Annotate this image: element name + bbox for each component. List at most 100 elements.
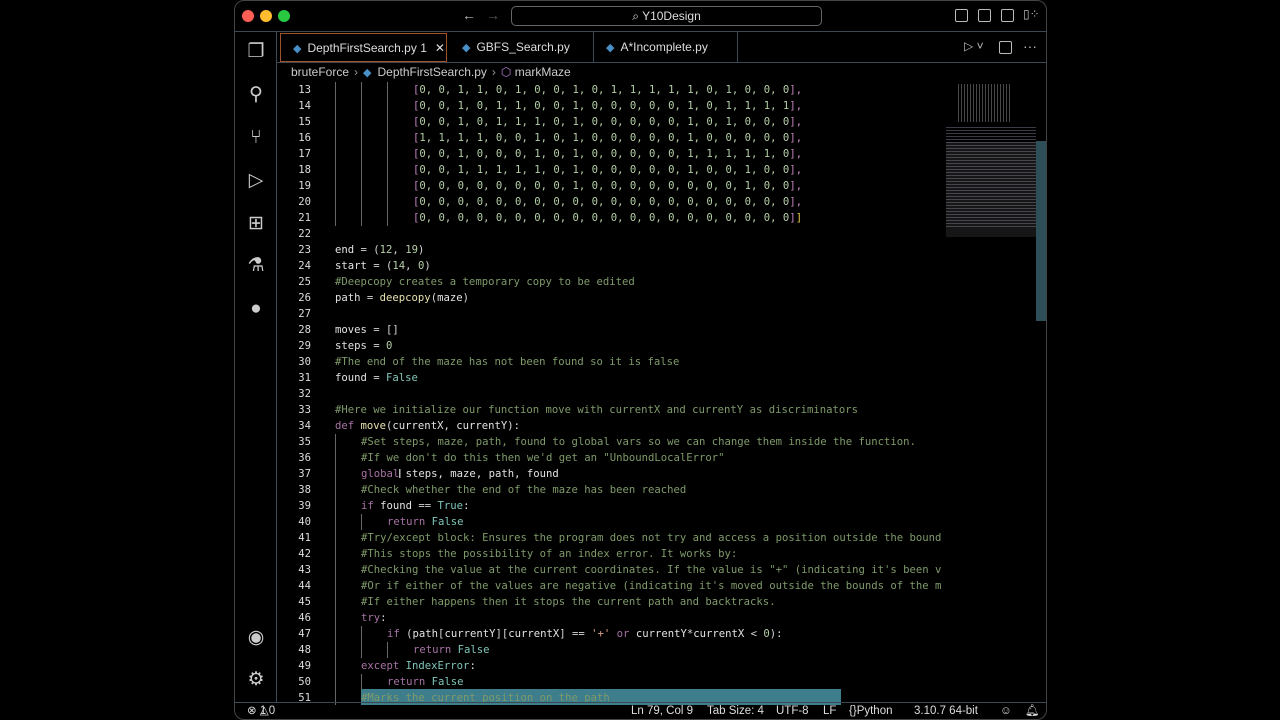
extensions-icon[interactable]: ⊞ — [244, 212, 268, 236]
code-token: False — [386, 372, 418, 384]
breadcrumb-symbol[interactable]: markMaze — [515, 65, 571, 79]
indent-guide — [335, 194, 336, 210]
line-number: 25 — [298, 276, 311, 288]
code-token: ], — [789, 116, 803, 128]
indent-guide — [335, 98, 336, 114]
line-number: 27 — [298, 308, 311, 320]
maximize-window-button[interactable] — [278, 10, 290, 22]
code-line: #Check whether the end of the maze has b… — [361, 482, 686, 498]
line-number: 45 — [298, 596, 311, 608]
code-line: global steps, maze, path, found — [361, 466, 559, 482]
notifications-bell-icon[interactable]: 🔔︎ — [1025, 703, 1040, 719]
indent-guide — [361, 194, 362, 210]
code-token: : — [380, 612, 387, 624]
feedback-icon[interactable]: ☺ — [1000, 703, 1012, 719]
indent-guide — [361, 114, 362, 130]
code-token: return — [413, 644, 458, 656]
python-interpreter[interactable]: 3.10.7 64-bit — [914, 703, 978, 719]
settings-gear-icon[interactable]: ⚙ — [244, 668, 268, 692]
run-file-icon[interactable]: ▷ ˅ — [964, 39, 984, 53]
toggle-secondary-sidebar-icon[interactable] — [1001, 9, 1014, 22]
code-token: 0, 0, 1, 0, 1, 1, 1, 0, 1, 0, 0, 0, 0, 0… — [419, 116, 790, 128]
code-line: #The end of the maze has not been found … — [335, 354, 679, 370]
toggle-sidebar-icon[interactable] — [955, 9, 968, 22]
code-line: start = (14, 0) — [335, 258, 431, 274]
close-tab-icon[interactable]: ✕ — [435, 41, 445, 55]
indent-guide — [335, 146, 336, 162]
indent-guide — [387, 114, 388, 130]
explorer-icon[interactable]: ❐ — [244, 40, 268, 64]
line-number: 35 — [298, 436, 311, 448]
code-token: 0 — [386, 340, 393, 352]
customize-layout-icon[interactable]: ▯⁘ — [1023, 7, 1040, 21]
code-token: #If either happens then it stops the cur… — [361, 596, 776, 608]
code-token: False — [457, 644, 490, 656]
code-token: currentX — [693, 628, 745, 640]
code-line: [0, 0, 0, 0, 0, 0, 0, 0, 0, 0, 0, 0, 0, … — [413, 210, 802, 226]
indent-guide — [387, 194, 388, 210]
tab-depthfirstsearch[interactable]: ◆ DepthFirstSearch.py 1 ✕ — [280, 33, 447, 62]
code-line: [0, 0, 1, 1, 0, 1, 0, 0, 1, 0, 1, 1, 1, … — [413, 82, 802, 98]
indent-guide — [335, 658, 336, 674]
text-cursor-icon: I — [398, 466, 402, 481]
search-icon[interactable]: ⚲ — [244, 83, 268, 107]
cursor-position[interactable]: Ln 79, Col 9 — [631, 703, 693, 719]
github-icon[interactable]: ● — [244, 297, 268, 321]
code-token: if — [387, 628, 407, 640]
code-token: #Set steps, maze, path, found to global … — [361, 436, 916, 448]
code-token: = [] — [366, 324, 399, 336]
indent-guide — [387, 210, 388, 226]
title-bar: ← → ⌕ Y10Design ▯⁘ — [235, 1, 1046, 32]
run-debug-icon[interactable]: ▷ — [244, 169, 268, 193]
account-icon[interactable]: ◉ — [244, 626, 268, 650]
vscode-window: ← → ⌕ Y10Design ▯⁘ ❐ ⚲ ⑂ ▷ ⊞ ⚗ ● ◉ ⚙ ◆ De… — [234, 0, 1047, 720]
code-line: #Or if either of the values are negative… — [361, 578, 941, 594]
encoding[interactable]: UTF-8 — [776, 703, 809, 719]
code-line: [0, 0, 1, 0, 1, 1, 1, 0, 1, 0, 0, 0, 0, … — [413, 114, 802, 130]
editor-tabs: ◆ DepthFirstSearch.py 1 ✕ ◆ GBFS_Search.py … — [277, 32, 1046, 63]
indent-guide — [387, 162, 388, 178]
minimize-window-button[interactable] — [260, 10, 272, 22]
language-mode[interactable]: {} Python — [849, 703, 893, 719]
code-token: except — [361, 660, 406, 672]
code-token: 19 — [405, 244, 418, 256]
split-editor-icon[interactable] — [999, 41, 1012, 54]
breadcrumb-folder[interactable]: bruteForce — [291, 65, 349, 79]
code-token: ], — [789, 148, 803, 160]
line-ending[interactable]: LF — [823, 703, 836, 719]
indent-guide — [335, 466, 336, 482]
indent-guide — [361, 146, 362, 162]
tab-gbfs-search[interactable]: ◆ GBFS_Search.py — [450, 32, 594, 63]
tab-label: DepthFirstSearch.py — [307, 41, 417, 55]
command-center-search[interactable]: ⌕ Y10Design — [511, 6, 822, 26]
forward-arrow-icon[interactable]: → — [486, 7, 500, 23]
toggle-panel-icon[interactable] — [978, 9, 991, 22]
line-number: 33 — [298, 404, 311, 416]
breadcrumb-file[interactable]: DepthFirstSearch.py — [378, 65, 487, 79]
code-token: = — [360, 292, 380, 304]
code-line: #Checking the value at the current coord… — [361, 562, 941, 578]
code-editor[interactable]: 13 [0, 0, 1, 1, 0, 1, 0, 0, 1, 0, 1, 1, 1… — [277, 82, 977, 705]
vertical-scrollbar[interactable] — [1036, 141, 1046, 321]
minimap[interactable] — [946, 82, 1036, 262]
code-line: [1, 1, 1, 1, 0, 0, 1, 0, 1, 0, 0, 0, 0, … — [413, 130, 802, 146]
problems-status[interactable]: ⊗ 1 △ 0 — [247, 703, 275, 719]
code-line: if (path[currentY][currentX] == '+' or c… — [387, 626, 783, 642]
symbol-method-icon: ⬡ — [500, 65, 515, 79]
code-token: 0, 0, 1, 1, 0, 1, 0, 0, 1, 0, 1, 1, 1, 1… — [419, 84, 790, 96]
line-number: 23 — [298, 244, 311, 256]
code-token: or — [610, 628, 636, 640]
code-token: = ( — [366, 260, 393, 272]
code-token: #Here we initialize our function move wi… — [335, 404, 858, 416]
testing-icon[interactable]: ⚗ — [244, 254, 268, 278]
back-arrow-icon[interactable]: ← — [462, 7, 476, 23]
tab-size[interactable]: Tab Size: 4 — [707, 703, 764, 719]
tab-astar-incomplete[interactable]: ◆ A*Incomplete.py — [594, 32, 738, 63]
source-control-icon[interactable]: ⑂ — [244, 126, 268, 150]
code-line: try: — [361, 610, 387, 626]
more-actions-icon[interactable]: ··· — [1023, 38, 1037, 54]
line-number: 29 — [298, 340, 311, 352]
close-window-button[interactable] — [242, 10, 254, 22]
line-number: 17 — [298, 148, 311, 160]
python-file-icon: ◆ — [606, 42, 615, 54]
